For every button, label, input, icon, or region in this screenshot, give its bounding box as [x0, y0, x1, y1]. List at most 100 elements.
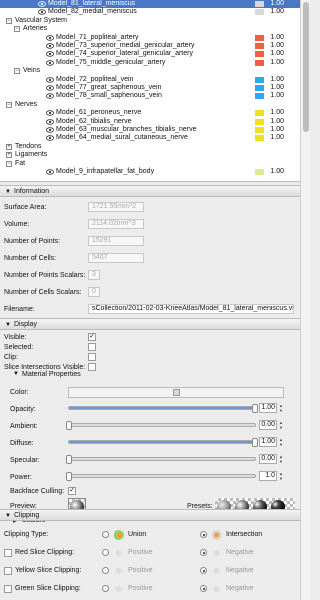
tree-model-row[interactable]: Model_72_popliteal_vein 1.00	[0, 76, 300, 84]
green-positive-radio[interactable]	[102, 585, 109, 592]
green-negative-radio[interactable]	[200, 585, 207, 592]
model-opacity-value[interactable]: 1.00	[268, 168, 284, 176]
expand-icon[interactable]: +	[6, 152, 12, 158]
red-negative-radio[interactable]	[200, 549, 207, 556]
model-color-swatch[interactable]	[255, 35, 264, 41]
ambient-spin-arrows-icon[interactable]: ▲ ▼	[278, 420, 284, 430]
tree-model-row[interactable]: Model_64_medial_sural_cutaneous_nerve 1.0…	[0, 134, 300, 142]
diffuse-slider-handle[interactable]	[252, 438, 258, 447]
diffuse-spin-arrows-icon[interactable]: ▲ ▼	[278, 437, 284, 447]
vertical-scrollbar[interactable]	[300, 0, 310, 600]
tree-model-row[interactable]: Model_82_medial_meniscus 1.00	[0, 8, 300, 16]
clipping-section-header[interactable]: ▼ Clipping	[0, 509, 300, 521]
ambient-spinbox[interactable]: 0.00	[259, 420, 277, 430]
color-picker-button[interactable]	[68, 387, 284, 398]
power-slider-handle[interactable]	[66, 472, 72, 481]
surface-area-field[interactable]: 1721.55mm^2	[88, 202, 144, 212]
model-color-swatch[interactable]	[255, 119, 264, 125]
model-opacity-value[interactable]: 1.00	[268, 126, 284, 134]
ambient-slider[interactable]	[66, 421, 256, 430]
tree-model-row[interactable]: Model_81_lateral_meniscus 1.00	[0, 0, 300, 8]
model-opacity-value[interactable]: 1.00	[268, 109, 284, 117]
tree-model-row[interactable]: Model_78_small_saphenous_vein 1.00	[0, 92, 300, 100]
model-opacity-value[interactable]: 1.00	[268, 134, 284, 142]
model-color-swatch[interactable]	[255, 110, 264, 116]
visibility-eye-icon[interactable]	[46, 169, 54, 175]
union-radio[interactable]	[102, 531, 109, 538]
tree-model-row[interactable]: Model_77_great_saphenous_vein 1.00	[0, 84, 300, 92]
model-color-swatch[interactable]	[255, 43, 264, 49]
opacity-spinbox[interactable]: 1.00	[259, 403, 277, 413]
model-opacity-value[interactable]: 1.00	[268, 0, 284, 8]
visibility-eye-icon[interactable]	[38, 9, 46, 15]
specular-spinbox[interactable]: 0.00	[259, 454, 277, 464]
model-color-swatch[interactable]	[255, 85, 264, 91]
diffuse-slider[interactable]	[68, 438, 258, 447]
material-collapse-icon[interactable]: ▼	[13, 371, 19, 377]
model-opacity-value[interactable]: 1.00	[268, 8, 284, 16]
ambient-slider-handle[interactable]	[66, 421, 72, 430]
filename-field[interactable]: sCollection/2011-02-03-KneeAtlas/Model_8…	[88, 304, 294, 314]
opacity-slider-handle[interactable]	[252, 404, 258, 413]
visibility-eye-icon[interactable]	[46, 93, 54, 99]
opacity-slider[interactable]	[68, 404, 258, 413]
model-color-swatch[interactable]	[255, 93, 264, 99]
intersection-radio[interactable]	[200, 531, 207, 538]
model-opacity-value[interactable]: 1.00	[268, 59, 284, 67]
visibility-eye-icon[interactable]	[46, 51, 54, 57]
model-opacity-value[interactable]: 1.00	[268, 50, 284, 58]
visibility-eye-icon[interactable]	[38, 1, 46, 7]
tree-group-row[interactable]: − Veins	[0, 67, 300, 75]
expand-icon[interactable]: +	[6, 144, 12, 150]
yellow-negative-radio[interactable]	[200, 567, 207, 574]
visibility-eye-icon[interactable]	[46, 110, 54, 116]
yellow-slice-clipping-checkbox[interactable]	[4, 567, 12, 575]
tree-group-row[interactable]: + Tendons	[0, 143, 300, 151]
selected-checkbox[interactable]	[88, 343, 96, 351]
specular-slider-handle[interactable]	[66, 455, 72, 464]
tree-group-row[interactable]: − Fat	[0, 160, 300, 168]
yellow-positive-radio[interactable]	[102, 567, 109, 574]
visibility-eye-icon[interactable]	[46, 127, 54, 133]
visibility-eye-icon[interactable]	[46, 119, 54, 125]
collapse-icon[interactable]: −	[14, 26, 20, 32]
model-color-swatch[interactable]	[255, 1, 264, 7]
tree-model-row[interactable]: Model_75_middle_genicular_artery 1.00	[0, 59, 300, 67]
tree-group-row[interactable]: − Nerves	[0, 101, 300, 109]
point-scalars-field[interactable]: 3	[88, 270, 100, 280]
display-section-header[interactable]: ▼ Display	[0, 318, 300, 330]
backface-culling-checkbox[interactable]: ✓	[68, 487, 76, 495]
green-slice-clipping-checkbox[interactable]	[4, 585, 12, 593]
tree-model-row[interactable]: Model_71_popliteal_artery 1.00	[0, 34, 300, 42]
power-spin-arrows-icon[interactable]: ▲ ▼	[278, 471, 284, 481]
model-color-swatch[interactable]	[255, 77, 264, 83]
model-color-swatch[interactable]	[255, 169, 264, 175]
points-field[interactable]: 15291	[88, 236, 144, 246]
slice-intersections-checkbox[interactable]	[88, 363, 96, 371]
tree-model-row[interactable]: Model_61_peroneus_nerve 1.00	[0, 109, 300, 117]
model-color-swatch[interactable]	[255, 135, 264, 141]
collapse-icon[interactable]: −	[6, 102, 12, 108]
model-color-swatch[interactable]	[255, 9, 264, 15]
red-positive-radio[interactable]	[102, 549, 109, 556]
visibility-eye-icon[interactable]	[46, 135, 54, 141]
model-opacity-value[interactable]: 1.00	[268, 76, 284, 84]
tree-group-row[interactable]: − Vascular System	[0, 17, 300, 25]
specular-slider[interactable]	[66, 455, 256, 464]
diffuse-spinbox[interactable]: 1.00	[259, 437, 277, 447]
scrollbar-thumb[interactable]	[303, 2, 309, 132]
tree-model-row[interactable]: Model_62_tibialis_nerve 1.00	[0, 118, 300, 126]
model-opacity-value[interactable]: 1.00	[268, 118, 284, 126]
tree-group-row[interactable]: + Ligaments	[0, 151, 300, 159]
opacity-spin-arrows-icon[interactable]: ▲ ▼	[278, 403, 284, 413]
collapse-icon[interactable]: −	[14, 68, 20, 74]
volume-field[interactable]: 2114.02mm^3	[88, 219, 144, 229]
red-slice-clipping-checkbox[interactable]	[4, 549, 12, 557]
visibility-eye-icon[interactable]	[46, 43, 54, 49]
visibility-eye-icon[interactable]	[46, 35, 54, 41]
collapse-icon[interactable]: −	[6, 161, 12, 167]
cell-scalars-field[interactable]: 0	[88, 287, 100, 297]
model-color-swatch[interactable]	[255, 51, 264, 57]
cells-field[interactable]: 5407	[88, 253, 144, 263]
information-section-header[interactable]: ▼ Information	[0, 185, 300, 197]
